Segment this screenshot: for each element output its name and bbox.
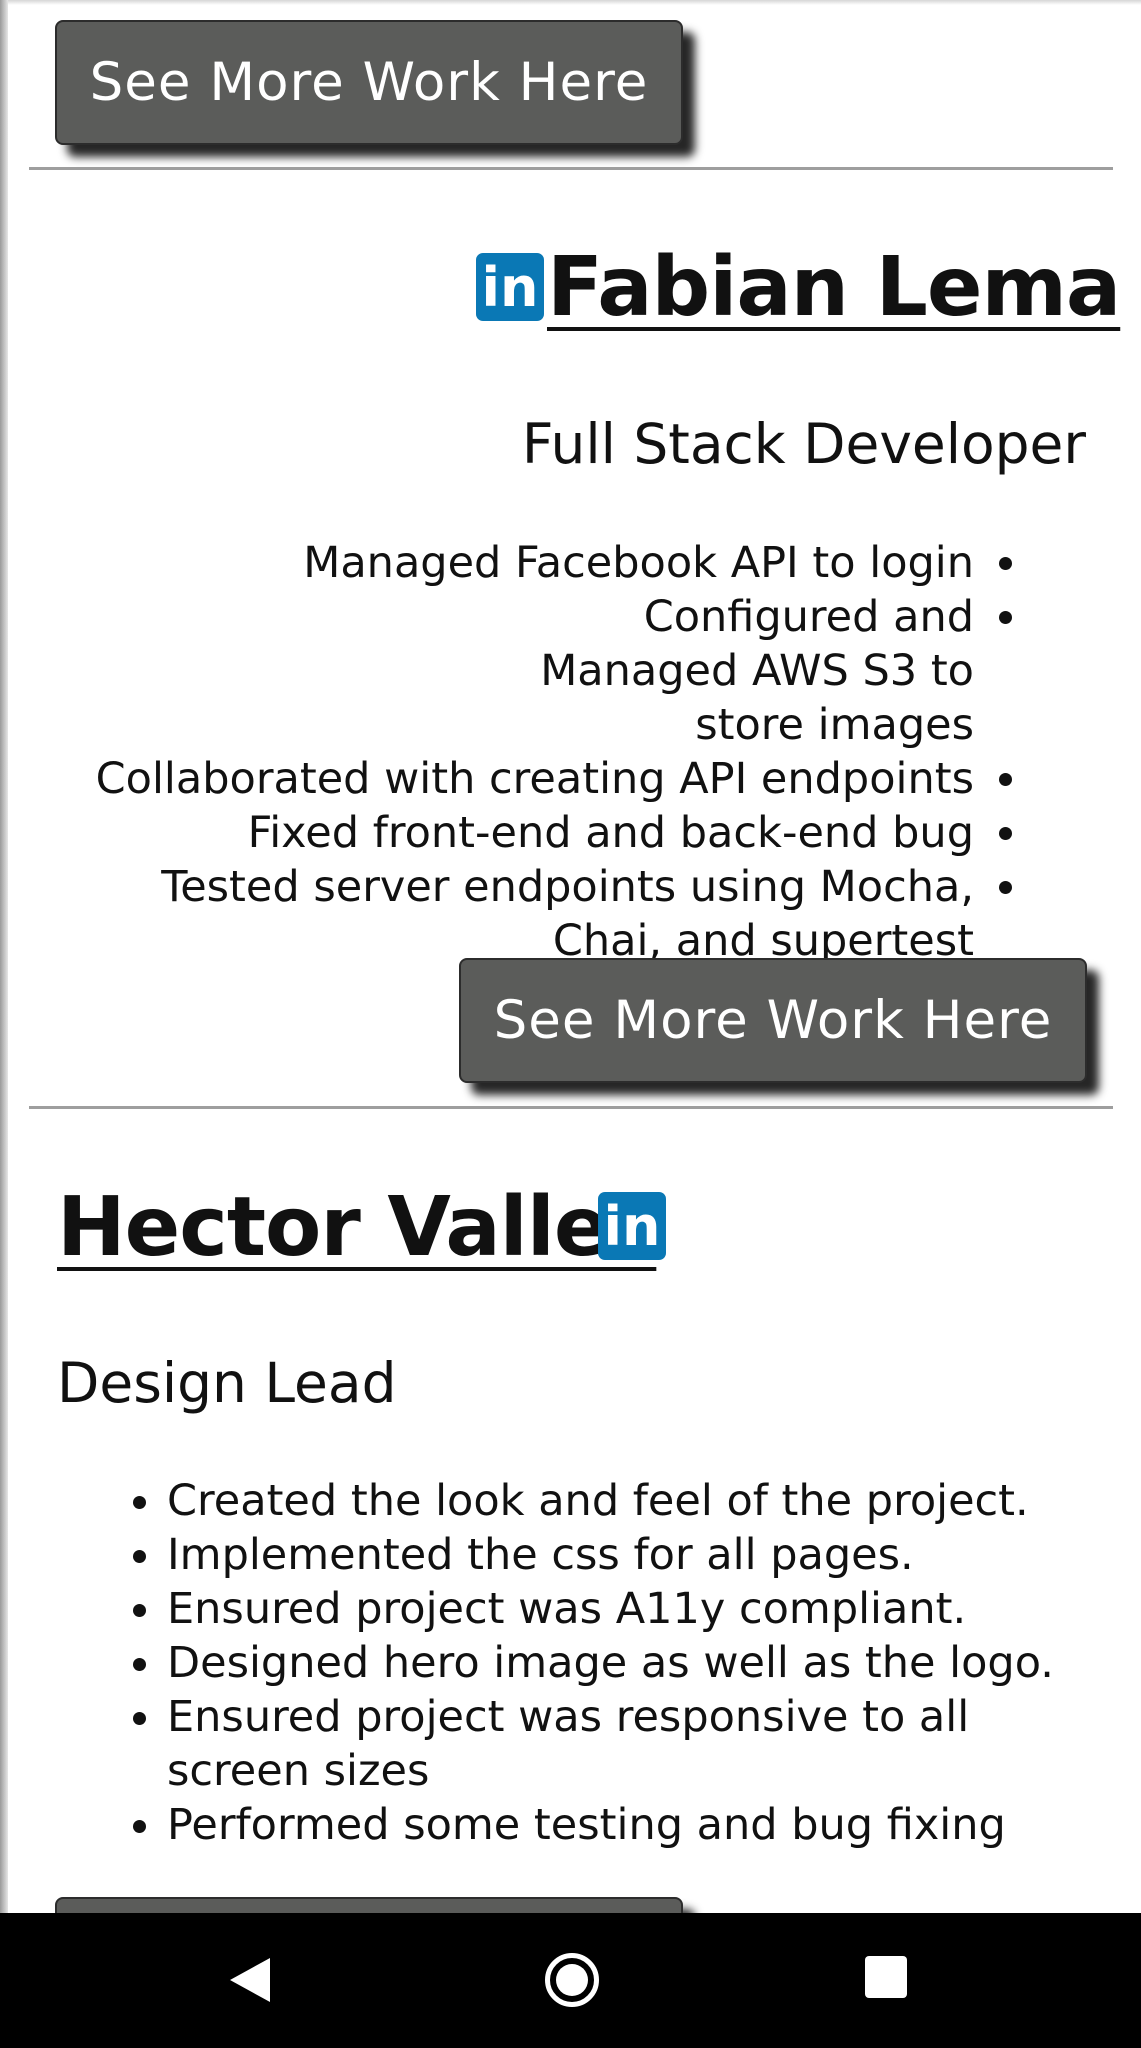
list-item: Fixed front-end and back-end bug bbox=[0, 806, 1012, 860]
list-item: Performed some testing and bug fixing bbox=[133, 1798, 1097, 1852]
section-divider bbox=[29, 1106, 1113, 1109]
back-triangle-icon[interactable] bbox=[230, 1958, 270, 2002]
recents-square-icon[interactable] bbox=[865, 1956, 907, 1998]
linkedin-icon[interactable]: in bbox=[598, 1192, 666, 1260]
see-more-work-label: See More Work Here bbox=[89, 52, 649, 113]
list-item: Implemented the css for all pages. bbox=[133, 1528, 1097, 1582]
list-item: Collaborated with creating API endpoints bbox=[0, 752, 1012, 806]
system-navigation-bar bbox=[0, 1913, 1141, 2048]
see-more-work-label: See More Work Here bbox=[493, 990, 1053, 1051]
list-item: Created the look and feel of the project… bbox=[133, 1474, 1097, 1528]
list-item: Ensured project was A11y compliant. bbox=[133, 1582, 1097, 1636]
list-item: Configured and Managed AWS S3 to store i… bbox=[0, 590, 1012, 752]
list-item: Ensured project was responsive to all sc… bbox=[133, 1690, 987, 1798]
home-circle-icon[interactable] bbox=[545, 1953, 599, 2007]
linkedin-icon[interactable]: in bbox=[476, 253, 544, 321]
duties-list: Managed Facebook API to login Configured… bbox=[0, 536, 1012, 968]
top-shade bbox=[0, 0, 1141, 5]
profile-name-hector-valles[interactable]: Hector Valles bbox=[57, 1180, 657, 1275]
list-item: Tested server endpoints using Mocha, Cha… bbox=[0, 860, 1012, 968]
see-more-work-button-1[interactable]: See More Work Here bbox=[55, 20, 683, 145]
section-divider bbox=[29, 167, 1113, 170]
profile-name-fabian-lema[interactable]: Fabian Lema bbox=[547, 240, 1121, 335]
see-more-work-button-2[interactable]: See More Work Here bbox=[459, 958, 1087, 1083]
duties-list: Created the look and feel of the project… bbox=[133, 1474, 1097, 1852]
profile-role: Full Stack Developer bbox=[521, 412, 1086, 476]
list-item: Managed Facebook API to login bbox=[0, 536, 1012, 590]
list-item: Designed hero image as well as the logo. bbox=[133, 1636, 1097, 1690]
profile-role: Design Lead bbox=[57, 1351, 397, 1415]
